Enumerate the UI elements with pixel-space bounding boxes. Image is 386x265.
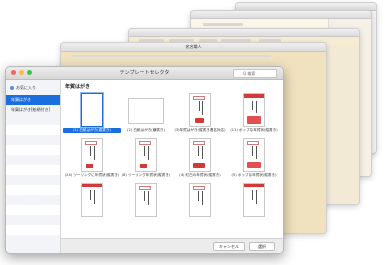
sidebar-empty-row [6,225,60,235]
search-placeholder: Q 検索 [243,71,256,76]
sidebar-item-nengajo-illustrated[interactable]: 年賀はがき[絵柄付き] [6,105,60,115]
favorites-icon [10,86,14,90]
sidebar-empty-row [6,165,60,175]
template-content: 年賀はがき (1) 白紙はがき(縦書き) (2) 白紙はがき(横書き) (3)年… [61,80,283,253]
template-thumbnail [189,138,211,172]
template-caption: (2) 白紙はがき(横書き) [127,128,165,132]
template-caption: (3)年賀はがき(縦書き連名対応) [174,128,226,132]
template-thumbnail [243,183,265,217]
cancel-button[interactable]: キャンセル [213,242,245,251]
template-thumbnail [128,98,164,124]
search-input[interactable]: Q 検索 [233,69,277,78]
template-thumbnail [243,138,265,172]
template-caption: (11) ポップな年賀状(縦書き) [230,128,278,132]
template-thumbnail [81,93,103,127]
template-caption: (4) 紅白の年賀状(縦書き) [179,173,221,177]
template-thumbnail [189,93,211,127]
sidebar-empty-row [6,185,60,195]
sidebar: お気に入り 年賀はがき 年賀はがき[絵柄付き] [6,80,61,253]
template-thumbnail [81,138,103,172]
template-caption: (5) ポップな年賀状(縦書き) [231,173,277,177]
sidebar-item-label: 年賀はがき [11,97,31,102]
template-thumbnail [135,138,157,172]
template-thumbnail [135,183,157,217]
sidebar-empty-row [6,125,60,135]
select-button[interactable]: 選択 [249,242,275,251]
template-thumbnail [189,183,211,217]
sidebar-empty-row [6,145,60,155]
sidebar-empty-row [6,205,60,215]
template-caption: (24) ツーリングに年賀状(縦書き) [64,173,120,177]
template-selector-window: テンプレートセレクタ Q 検索 お気に入り 年賀はがき 年賀はがき[絵柄付き] … [5,66,284,254]
section-heading: 年賀はがき [65,84,91,90]
sidebar-item-label: 年賀はがき[絵柄付き] [11,107,51,112]
favorites-header: お気に入り [10,85,36,91]
sidebar-item-nengajo[interactable]: 年賀はがき [6,95,60,105]
dialog-footer: キャンセル 選択 [61,238,283,253]
template-caption: (8) ツーリング年賀状(縦書き) [121,173,171,177]
template-caption: (1) 白紙はがき(縦書き) [63,128,121,133]
template-thumbnail [81,183,103,217]
template-thumbnail [243,93,265,127]
title-bar: テンプレートセレクタ Q 検索 [6,67,283,80]
